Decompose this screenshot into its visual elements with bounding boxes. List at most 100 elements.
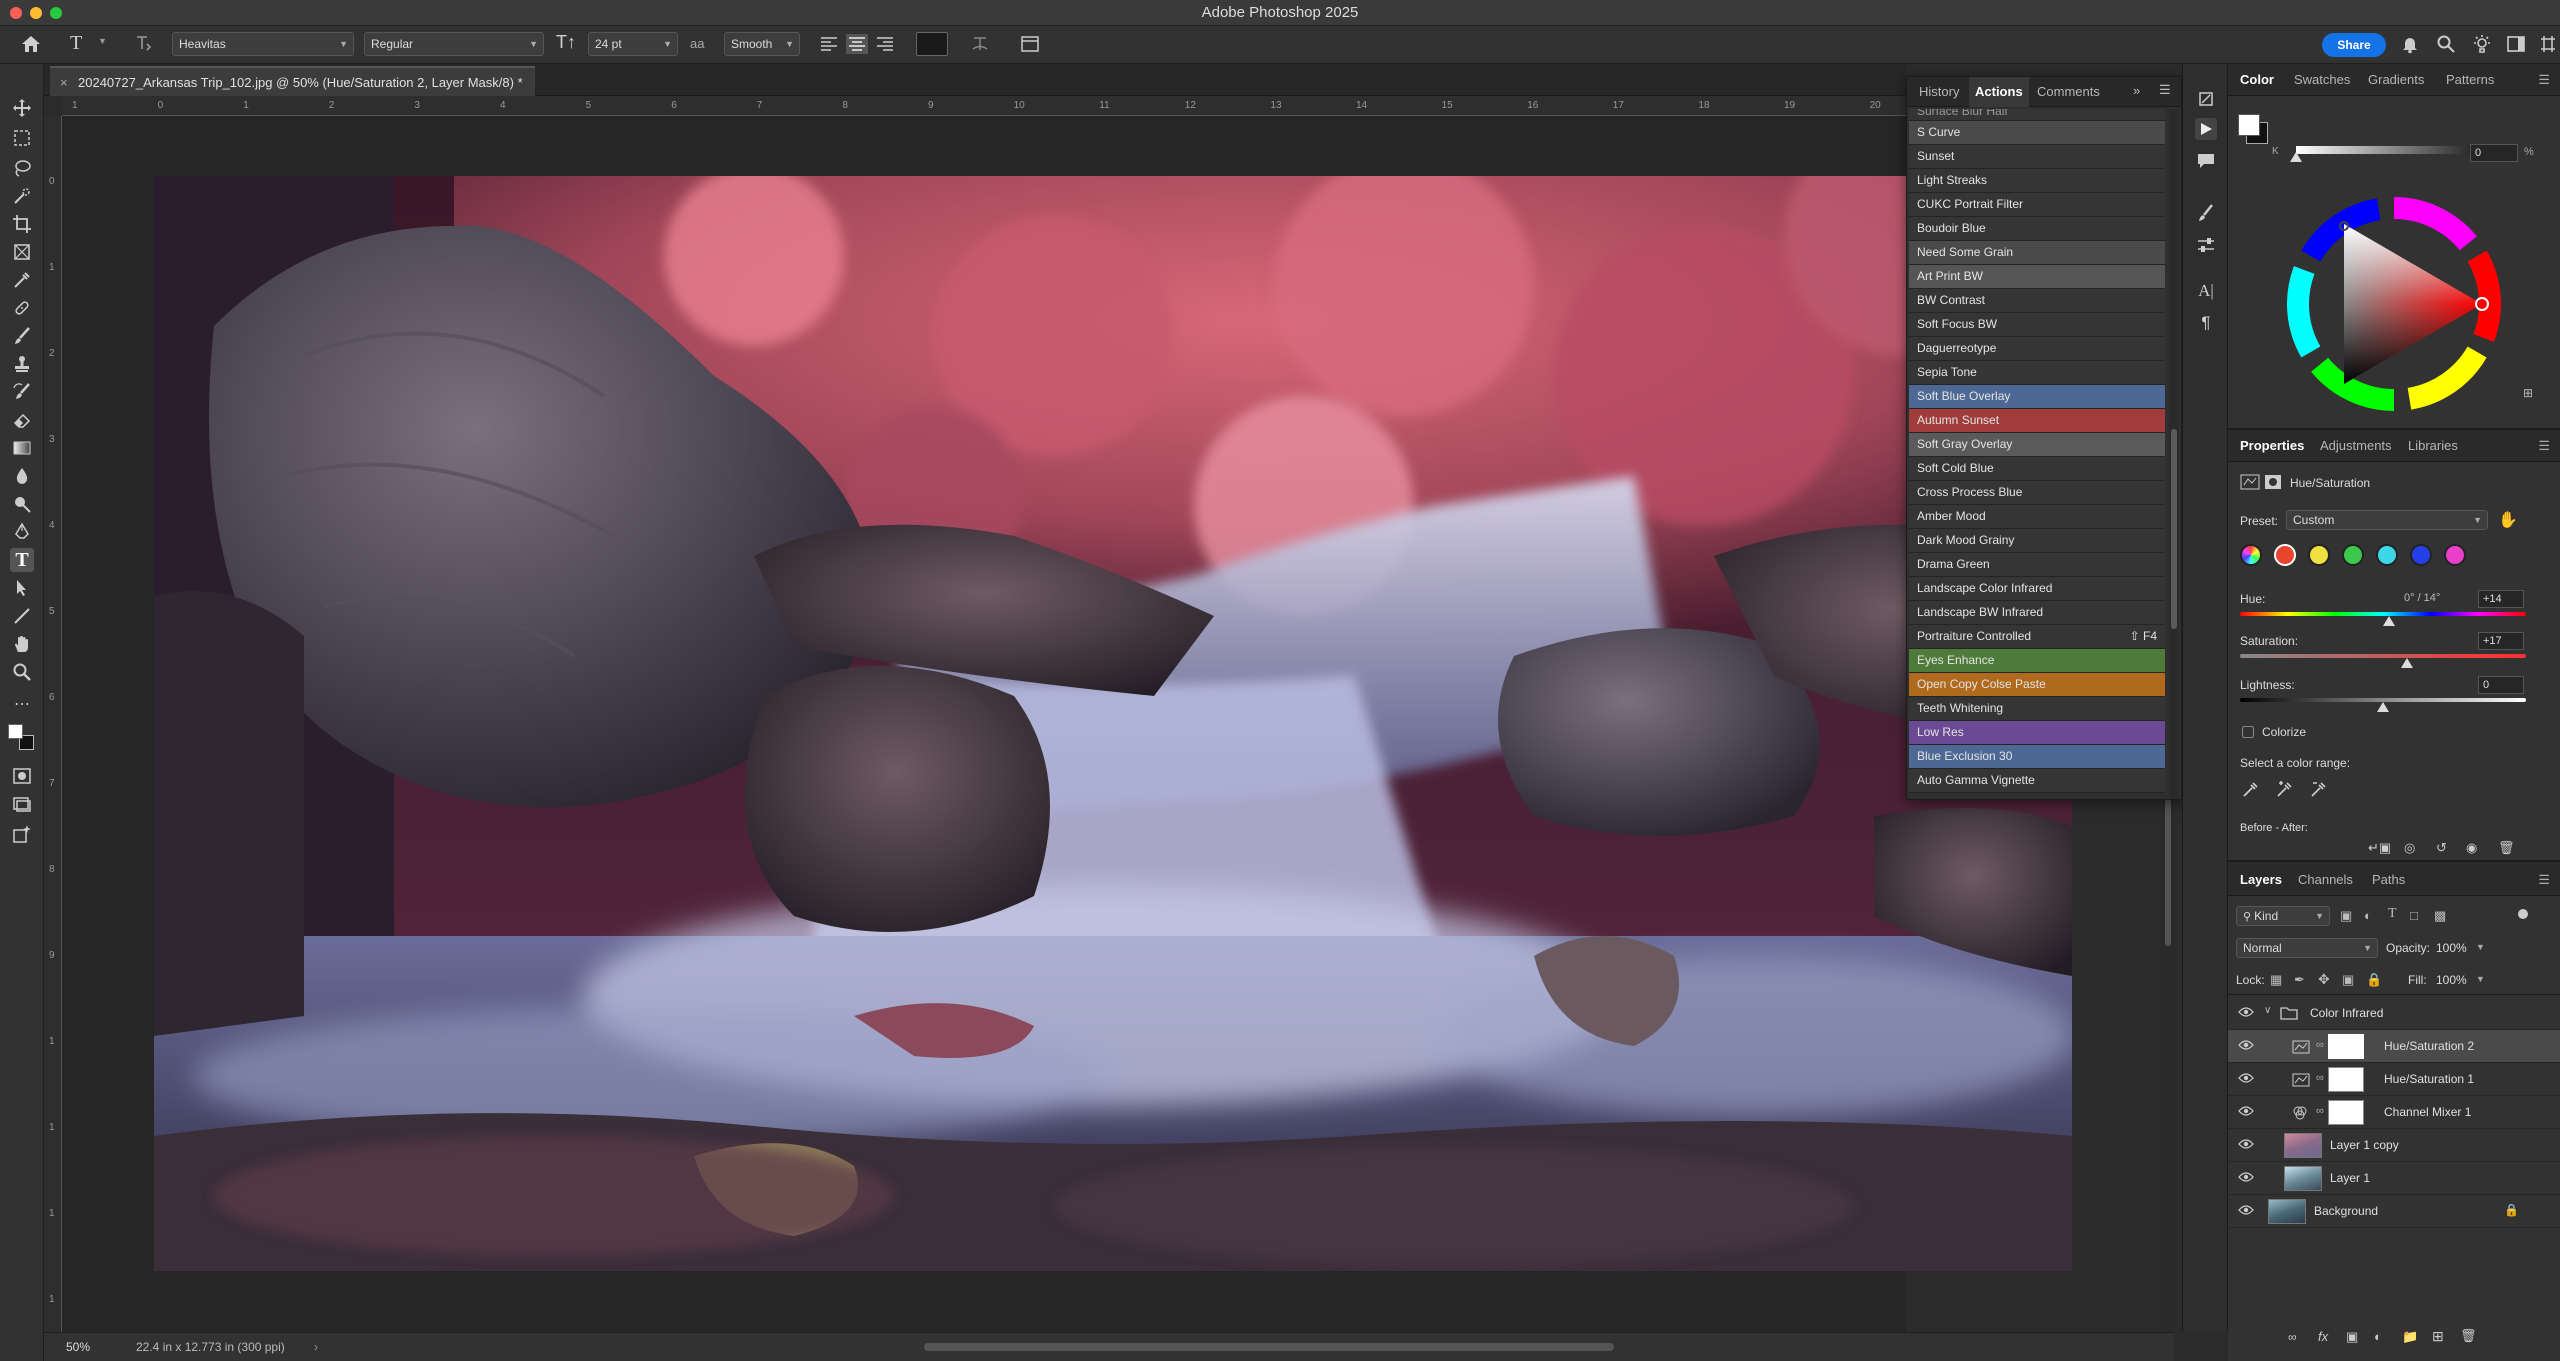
action-item[interactable]: BW Contrast bbox=[1909, 289, 2165, 313]
add-mask-icon[interactable]: ▣ bbox=[2346, 1329, 2358, 1345]
new-adjustment-layer-icon[interactable]: ◐ bbox=[2374, 1329, 2382, 1344]
mask-icon[interactable] bbox=[2264, 474, 2282, 490]
eyedropper-icon[interactable] bbox=[2242, 780, 2260, 798]
tab-comments[interactable]: Comments bbox=[2031, 77, 2106, 107]
workspace-icon[interactable] bbox=[2506, 34, 2526, 54]
panel-menu-icon[interactable]: ☰ bbox=[2538, 72, 2550, 88]
brush-tool-icon[interactable] bbox=[10, 324, 34, 348]
action-item[interactable]: Autumn Sunset bbox=[1909, 409, 2165, 433]
warp-text-icon[interactable] bbox=[970, 34, 990, 54]
panel-menu-icon[interactable]: ☰ bbox=[2159, 82, 2171, 98]
layer-row[interactable]: Layer 1 bbox=[2228, 1162, 2560, 1195]
action-item[interactable]: Auto Gamma Vignette bbox=[1909, 769, 2165, 793]
action-item[interactable]: Daguerreotype bbox=[1909, 337, 2165, 361]
link-icon[interactable]: ∞ bbox=[2316, 1072, 2324, 1084]
action-item[interactable]: Light Streaks bbox=[1909, 169, 2165, 193]
action-item[interactable]: Soft Cold Blue bbox=[1909, 457, 2165, 481]
marquee-tool-icon[interactable] bbox=[10, 126, 34, 150]
lightness-slider-thumb[interactable] bbox=[2377, 702, 2389, 712]
hue-slider-thumb[interactable] bbox=[2382, 616, 2395, 626]
hue-preset-swatch[interactable] bbox=[2376, 544, 2398, 566]
minimize-window-button[interactable] bbox=[30, 7, 42, 19]
type-tool-icon[interactable]: T bbox=[10, 548, 34, 572]
layer-filter-kind-select[interactable]: ⚲ Kind ▼ bbox=[2236, 906, 2330, 926]
new-group-icon[interactable]: 📁 bbox=[2402, 1329, 2418, 1345]
close-tab-icon[interactable]: × bbox=[60, 68, 68, 98]
lightness-value-input[interactable]: 0 bbox=[2478, 676, 2524, 694]
k-slider-thumb[interactable] bbox=[2290, 152, 2302, 162]
tab-gradients[interactable]: Gradients bbox=[2364, 64, 2428, 96]
filter-toggle-icon[interactable] bbox=[2518, 909, 2528, 919]
quick-mask-icon[interactable] bbox=[10, 764, 34, 788]
action-item[interactable]: Need Some Grain bbox=[1909, 241, 2165, 265]
action-item[interactable]: Soft Gray Overlay bbox=[1909, 433, 2165, 457]
zoom-window-button[interactable] bbox=[50, 7, 62, 19]
color-swatches[interactable] bbox=[6, 722, 36, 752]
eraser-tool-icon[interactable] bbox=[10, 408, 34, 432]
zoom-level[interactable]: 50% bbox=[66, 1333, 90, 1361]
action-item[interactable]: Sunset bbox=[1909, 145, 2165, 169]
saturation-value-input[interactable]: +17 bbox=[2478, 632, 2524, 650]
action-item[interactable]: CUKC Portrait Filter bbox=[1909, 193, 2165, 217]
chevron-right-icon[interactable]: › bbox=[314, 1333, 318, 1361]
trash-icon[interactable]: 🗑 bbox=[2498, 840, 2515, 856]
crop-tool-icon[interactable] bbox=[10, 212, 34, 236]
align-center-icon[interactable] bbox=[846, 34, 868, 54]
action-item[interactable]: Landscape BW Infrared bbox=[1909, 601, 2165, 625]
fg-color-chip[interactable] bbox=[2238, 114, 2260, 136]
action-item[interactable]: Boudoir Blue bbox=[1909, 217, 2165, 241]
eyedropper-plus-icon[interactable] bbox=[2276, 780, 2294, 798]
action-item[interactable]: Low Res bbox=[1909, 721, 2165, 745]
adjustments-dock-icon[interactable] bbox=[2195, 234, 2217, 256]
tab-swatches[interactable]: Swatches bbox=[2290, 64, 2354, 96]
fill-value[interactable]: 100% bbox=[2436, 973, 2467, 987]
font-style-select[interactable]: Regular ▼ bbox=[364, 32, 544, 56]
more-tools-icon[interactable]: ⋯ bbox=[10, 692, 34, 716]
line-tool-icon[interactable] bbox=[10, 604, 34, 628]
filter-pixel-icon[interactable]: ▣ bbox=[2340, 908, 2352, 924]
antialias-select[interactable]: Smooth ▼ bbox=[724, 32, 800, 56]
saturation-slider-thumb[interactable] bbox=[2401, 658, 2414, 668]
tab-libraries[interactable]: Libraries bbox=[2404, 430, 2462, 462]
color-wheel[interactable] bbox=[2286, 196, 2502, 412]
eye-icon[interactable] bbox=[2238, 1006, 2254, 1020]
eye-icon[interactable] bbox=[2238, 1171, 2254, 1185]
hue-value-input[interactable]: +14 bbox=[2478, 590, 2524, 608]
action-item[interactable]: Dark Mood Grainy bbox=[1909, 529, 2165, 553]
link-icon[interactable]: ∞ bbox=[2316, 1039, 2324, 1051]
font-size-select[interactable]: 24 pt ▼ bbox=[588, 32, 678, 56]
tab-actions[interactable]: Actions bbox=[1969, 77, 2029, 107]
paragraph-dock-icon[interactable]: ¶ bbox=[2195, 312, 2217, 334]
filter-adjustment-icon[interactable]: ◐ bbox=[2364, 908, 2372, 923]
layer-row[interactable]: Background 🔒 bbox=[2228, 1195, 2560, 1228]
lasso-tool-icon[interactable] bbox=[10, 156, 34, 180]
lock-artboard-icon[interactable]: ▣ bbox=[2342, 972, 2354, 988]
pen-tool-icon[interactable] bbox=[10, 520, 34, 544]
search-icon[interactable] bbox=[2436, 34, 2456, 54]
preset-select[interactable]: Custom ▼ bbox=[2286, 510, 2488, 530]
saturation-slider[interactable] bbox=[2240, 654, 2526, 658]
action-item[interactable]: Amber Mood bbox=[1909, 505, 2165, 529]
fx-icon[interactable]: fx bbox=[2318, 1329, 2328, 1344]
layer-row[interactable]: ∞ Hue/Saturation 1 bbox=[2228, 1063, 2560, 1096]
opacity-value[interactable]: 100% bbox=[2436, 941, 2467, 955]
blend-mode-select[interactable]: Normal ▼ bbox=[2236, 938, 2378, 958]
tab-patterns[interactable]: Patterns bbox=[2442, 64, 2498, 96]
horizontal-scroll-thumb[interactable] bbox=[924, 1343, 1614, 1351]
toggle-orientation-icon[interactable] bbox=[134, 34, 154, 54]
layer-row-selected[interactable]: ∞ Hue/Saturation 2 bbox=[2228, 1030, 2560, 1063]
eye-icon[interactable] bbox=[2238, 1072, 2254, 1086]
type-tool-preset-icon[interactable]: T bbox=[70, 32, 82, 55]
hue-preset-swatch[interactable] bbox=[2410, 544, 2432, 566]
home-icon[interactable] bbox=[20, 34, 42, 54]
group-expanded-chevron-icon[interactable]: ∨ bbox=[2264, 1005, 2271, 1016]
filter-smart-object-icon[interactable]: ▩ bbox=[2434, 908, 2446, 924]
action-item[interactable]: Cross Process Blue bbox=[1909, 481, 2165, 505]
new-layer-icon[interactable]: ⊞ bbox=[2432, 1328, 2444, 1345]
hue-preset-swatch[interactable] bbox=[2308, 544, 2330, 566]
history-dock-icon[interactable] bbox=[2195, 88, 2217, 110]
eyedropper-tool-icon[interactable] bbox=[10, 268, 34, 292]
k-value-input[interactable]: 0 bbox=[2470, 144, 2518, 162]
expand-color-icon[interactable]: ⊞ bbox=[2523, 386, 2533, 400]
eye-icon[interactable] bbox=[2238, 1105, 2254, 1119]
